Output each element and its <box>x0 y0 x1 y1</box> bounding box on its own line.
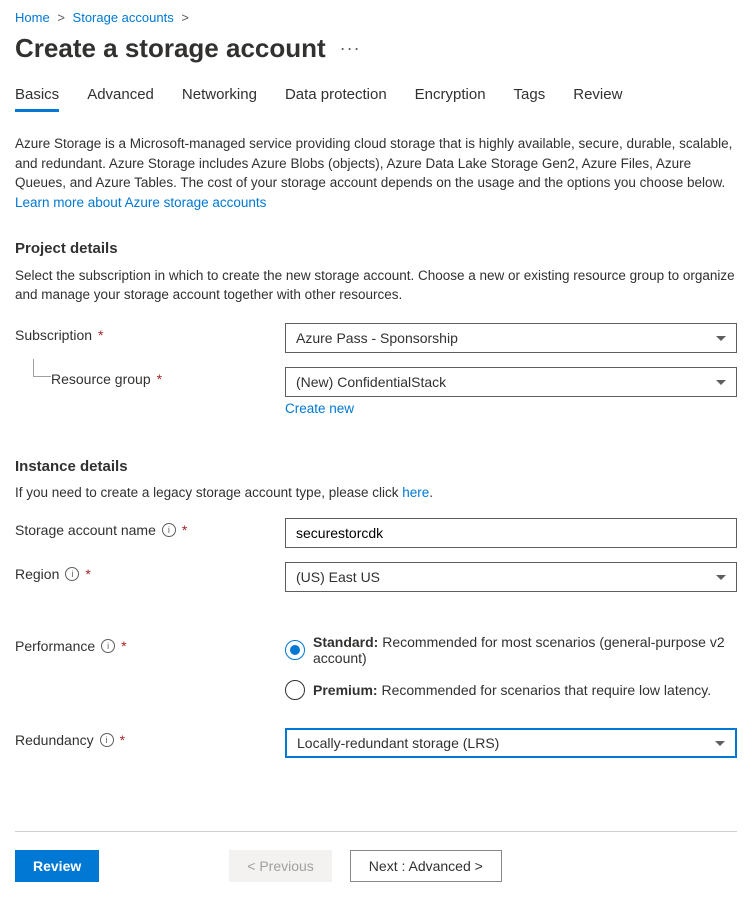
performance-premium-radio[interactable] <box>285 680 305 700</box>
info-icon[interactable]: i <box>162 523 176 537</box>
create-new-link[interactable]: Create new <box>285 401 354 416</box>
chevron-down-icon <box>716 575 726 580</box>
storage-account-name-input[interactable] <box>285 518 737 548</box>
legacy-account-text: If you need to create a legacy storage a… <box>15 485 737 500</box>
info-icon[interactable]: i <box>65 567 79 581</box>
instance-details-heading: Instance details <box>15 458 737 475</box>
chevron-down-icon <box>716 336 726 341</box>
resource-group-label: Resource group * <box>15 367 285 387</box>
footer: Review < Previous Next : Advanced > <box>15 831 737 882</box>
resource-group-select[interactable]: (New) ConfidentialStack <box>285 367 737 397</box>
legacy-here-link[interactable]: here <box>402 485 429 500</box>
breadcrumb-home[interactable]: Home <box>15 10 50 25</box>
more-icon[interactable]: ··· <box>340 38 361 59</box>
chevron-right-icon: > <box>181 10 189 25</box>
learn-more-link[interactable]: Learn more about Azure storage accounts <box>15 195 266 210</box>
tab-advanced[interactable]: Advanced <box>87 86 154 112</box>
redundancy-select[interactable]: Locally-redundant storage (LRS) <box>285 728 737 758</box>
chevron-down-icon <box>715 741 725 746</box>
info-icon[interactable]: i <box>100 733 114 747</box>
tabs: Basics Advanced Networking Data protecti… <box>15 86 737 112</box>
tab-tags[interactable]: Tags <box>514 86 546 112</box>
project-details-desc: Select the subscription in which to crea… <box>15 267 737 305</box>
tab-basics[interactable]: Basics <box>15 86 59 112</box>
breadcrumb-storage-accounts[interactable]: Storage accounts <box>73 10 174 25</box>
tab-networking[interactable]: Networking <box>182 86 257 112</box>
chevron-right-icon: > <box>57 10 65 25</box>
region-select[interactable]: (US) East US <box>285 562 737 592</box>
next-button[interactable]: Next : Advanced > <box>350 850 502 882</box>
region-label: Region i * <box>15 562 285 582</box>
project-details-heading: Project details <box>15 240 737 257</box>
subscription-select[interactable]: Azure Pass - Sponsorship <box>285 323 737 353</box>
chevron-down-icon <box>716 380 726 385</box>
tab-encryption[interactable]: Encryption <box>415 86 486 112</box>
tab-data-protection[interactable]: Data protection <box>285 86 387 112</box>
subscription-label: Subscription * <box>15 323 285 343</box>
review-button[interactable]: Review <box>15 850 99 882</box>
performance-standard-text: Standard: Recommended for most scenarios… <box>313 634 737 666</box>
breadcrumb: Home > Storage accounts > <box>15 10 737 25</box>
storage-account-name-label: Storage account name i * <box>15 518 285 538</box>
intro-text: Azure Storage is a Microsoft-managed ser… <box>15 134 737 212</box>
page-title: Create a storage account <box>15 33 326 64</box>
info-icon[interactable]: i <box>101 639 115 653</box>
performance-label: Performance i * <box>15 634 285 654</box>
performance-premium-text: Premium: Recommended for scenarios that … <box>313 682 711 698</box>
previous-button: < Previous <box>229 850 332 882</box>
redundancy-label: Redundancy i * <box>15 728 285 748</box>
tab-review[interactable]: Review <box>573 86 622 112</box>
performance-standard-radio[interactable] <box>285 640 305 660</box>
